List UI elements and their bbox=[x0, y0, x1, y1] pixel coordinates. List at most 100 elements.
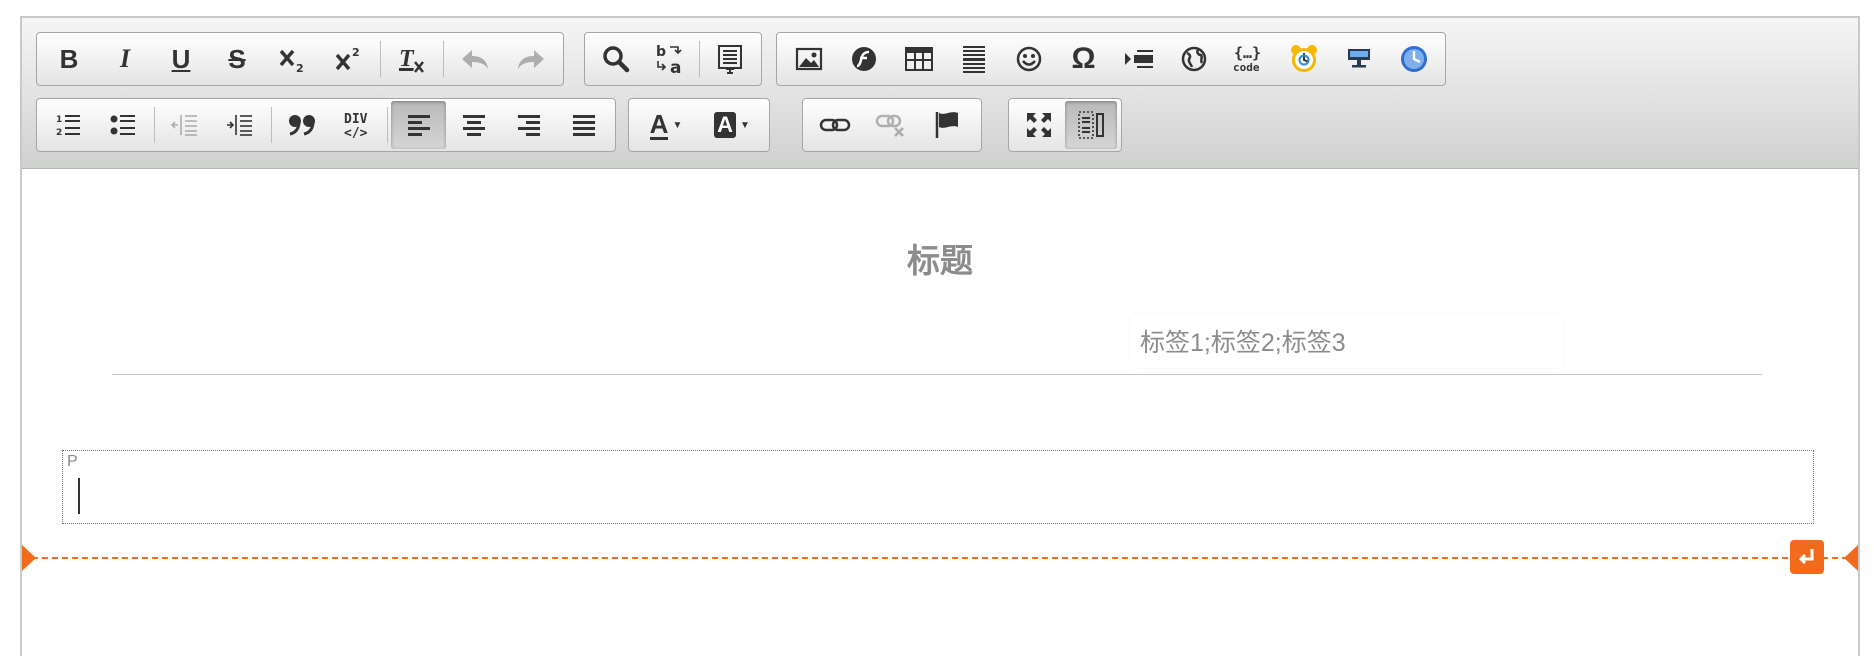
numbered-list-button[interactable]: 12 bbox=[41, 101, 96, 149]
redo-button[interactable] bbox=[503, 35, 559, 83]
templates-icon bbox=[718, 45, 743, 74]
svg-text:code: code bbox=[1233, 61, 1260, 74]
indent-icon bbox=[227, 115, 253, 136]
justify-icon bbox=[572, 115, 595, 136]
editor-toolbar: B I U S 2 2 T b a Ω {…} code 1 2 DIV </>… bbox=[22, 18, 1858, 169]
toolbar-separator bbox=[380, 41, 381, 77]
superscript-button[interactable]: 2 bbox=[321, 35, 377, 83]
strike-button[interactable]: S bbox=[209, 35, 265, 83]
undo-button[interactable] bbox=[447, 35, 503, 83]
numbered-list-icon: 12 bbox=[56, 115, 81, 138]
blockquote-button[interactable] bbox=[275, 101, 330, 149]
document-title[interactable]: 标题 bbox=[22, 234, 1858, 282]
toolbar-separator bbox=[699, 41, 701, 77]
insert-paragraph-button[interactable] bbox=[1790, 540, 1824, 574]
chevron-down-icon: ▼ bbox=[672, 119, 683, 131]
svg-text:2: 2 bbox=[296, 62, 304, 73]
magic-line bbox=[22, 557, 1858, 559]
svg-text:DIV: DIV bbox=[344, 112, 368, 127]
unlink-button[interactable] bbox=[863, 101, 919, 149]
find-button[interactable] bbox=[589, 35, 643, 83]
creatediv-button[interactable]: DIV </> bbox=[330, 101, 385, 149]
toolbar-group-insert: Ω {…} code bbox=[776, 32, 1446, 86]
globe-icon bbox=[1181, 46, 1206, 72]
notification-button[interactable] bbox=[1331, 35, 1386, 83]
svg-text:2: 2 bbox=[352, 46, 360, 59]
align-left-icon bbox=[407, 115, 430, 136]
svg-text:2: 2 bbox=[56, 128, 62, 138]
remove-format-icon: T bbox=[399, 46, 424, 73]
show-blocks-button[interactable] bbox=[1065, 101, 1117, 149]
code-icon: {…}code bbox=[1233, 44, 1261, 74]
superscript-icon: 2 bbox=[335, 46, 360, 71]
replace-button[interactable]: ba bbox=[643, 35, 697, 83]
svg-text:</>: </> bbox=[344, 126, 368, 140]
page-break-button[interactable] bbox=[1111, 35, 1166, 83]
templates-button[interactable] bbox=[703, 35, 757, 83]
toolbar-separator bbox=[387, 107, 389, 143]
svg-text:1: 1 bbox=[56, 115, 62, 125]
bold-icon: B bbox=[59, 43, 79, 74]
align-right-button[interactable] bbox=[501, 101, 556, 149]
text-color-button[interactable]: A ▼ bbox=[633, 101, 699, 149]
subscript-button[interactable]: 2 bbox=[265, 35, 321, 83]
omega-icon: Ω bbox=[1071, 42, 1096, 75]
align-center-button[interactable] bbox=[446, 101, 501, 149]
link-button[interactable] bbox=[807, 101, 863, 149]
block-tag-label: P bbox=[67, 453, 78, 470]
svg-text:a: a bbox=[670, 58, 681, 75]
date-button[interactable] bbox=[1276, 35, 1331, 83]
justify-button[interactable] bbox=[556, 101, 611, 149]
clock-button[interactable] bbox=[1386, 35, 1441, 83]
flash-button[interactable] bbox=[836, 35, 891, 83]
monitor-icon bbox=[1347, 49, 1370, 68]
alarm-clock-icon bbox=[1290, 45, 1317, 72]
svg-text:{…}: {…} bbox=[1234, 44, 1261, 62]
indent-button[interactable] bbox=[213, 101, 268, 149]
bulleted-list-icon bbox=[110, 115, 136, 135]
magic-line-right-marker bbox=[1844, 545, 1858, 571]
toolbar-separator bbox=[270, 107, 272, 143]
toolbar-group-editing: ba bbox=[584, 32, 762, 86]
anchor-button[interactable] bbox=[919, 101, 975, 149]
toolbar-group-colors: A ▼ A ▼ bbox=[628, 98, 770, 152]
iframe-button[interactable] bbox=[1166, 35, 1221, 83]
search-icon bbox=[603, 46, 630, 73]
bulleted-list-button[interactable] bbox=[96, 101, 151, 149]
magic-line-left-marker bbox=[22, 545, 36, 571]
underline-button[interactable]: U bbox=[153, 35, 209, 83]
outdent-button[interactable] bbox=[158, 101, 213, 149]
undo-icon bbox=[462, 50, 488, 69]
background-color-icon: A bbox=[714, 112, 736, 138]
paragraph-block[interactable]: P bbox=[62, 450, 1814, 524]
outdent-icon bbox=[171, 115, 198, 136]
flash-icon bbox=[851, 47, 876, 71]
redo-icon bbox=[518, 50, 544, 69]
table-icon bbox=[904, 47, 933, 71]
clock-icon bbox=[1400, 46, 1427, 72]
smiley-button[interactable] bbox=[1001, 35, 1056, 83]
remove-format-button[interactable]: T bbox=[384, 35, 440, 83]
table-button[interactable] bbox=[891, 35, 946, 83]
background-color-button[interactable]: A ▼ bbox=[699, 101, 765, 149]
italic-button[interactable]: I bbox=[97, 35, 153, 83]
text-caret bbox=[78, 478, 80, 514]
align-left-button[interactable] bbox=[391, 101, 447, 149]
image-button[interactable] bbox=[781, 35, 836, 83]
smiley-icon bbox=[1016, 46, 1041, 72]
horizontal-rule-button[interactable] bbox=[946, 35, 1001, 83]
svg-text:T: T bbox=[399, 46, 415, 72]
subscript-icon: 2 bbox=[279, 49, 304, 73]
blockquote-icon bbox=[289, 115, 316, 136]
underline-icon: U bbox=[171, 43, 191, 74]
special-char-button[interactable]: Ω bbox=[1056, 35, 1111, 83]
toolbar-group-links bbox=[802, 98, 982, 152]
tags-field[interactable]: 标签1;标签2;标签3 bbox=[1130, 314, 1564, 368]
div-icon: DIV</> bbox=[344, 112, 368, 140]
flag-icon bbox=[935, 112, 958, 138]
maximize-button[interactable] bbox=[1013, 101, 1065, 149]
strikethrough-icon: S bbox=[228, 43, 246, 74]
text-color-icon: A bbox=[649, 108, 669, 140]
bold-button[interactable]: B bbox=[41, 35, 97, 83]
code-snippet-button[interactable]: {…} code bbox=[1221, 35, 1276, 83]
